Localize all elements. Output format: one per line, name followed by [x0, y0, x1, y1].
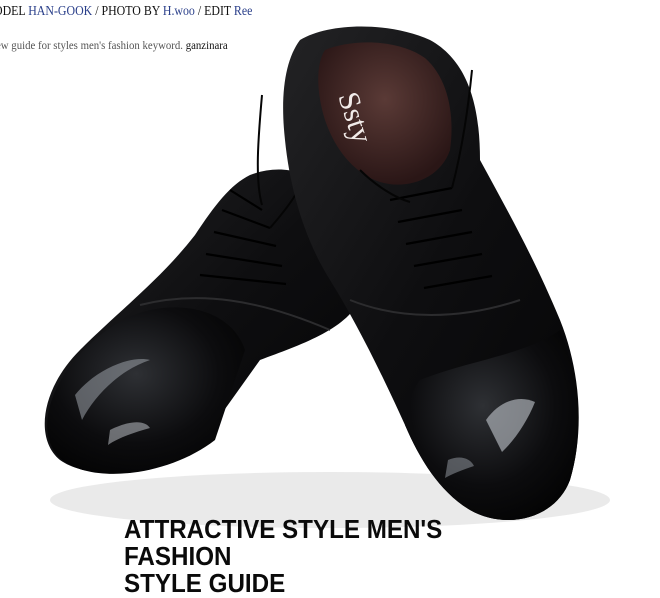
- headline-line-3: STYLE GUIDE: [124, 568, 286, 598]
- headline-line-2: FASHION: [124, 541, 232, 571]
- headline: ATTRACTIVE STYLE MEN'S FASHION STYLE GUI…: [124, 516, 442, 597]
- shoes-photo: Ssty: [44, 26, 610, 528]
- right-shoe: [283, 26, 579, 520]
- headline-line-1: ATTRACTIVE STYLE MEN'S: [124, 514, 443, 544]
